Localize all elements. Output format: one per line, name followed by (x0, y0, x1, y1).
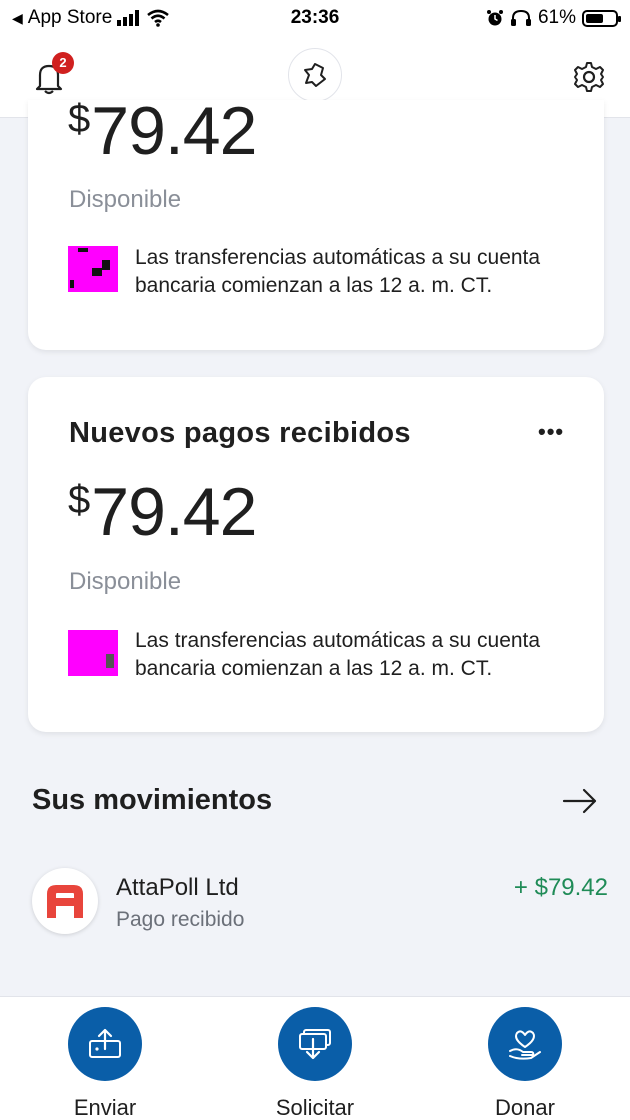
currency-symbol: $ (68, 478, 90, 522)
brand-logo-icon (304, 63, 326, 87)
send-button[interactable]: Enviar (40, 1007, 170, 1120)
balance-value: 79.42 (91, 93, 257, 169)
donate-button[interactable]: Donar (460, 1007, 590, 1120)
settings-gear-icon[interactable] (572, 60, 606, 94)
payments-received-card: Nuevos pagos recibidos ••• $79.42 Dispon… (28, 377, 604, 732)
transaction-subtitle: Pago recibido (116, 908, 245, 931)
request-button[interactable]: Solicitar (250, 1007, 380, 1120)
alarm-icon (486, 10, 503, 26)
avatar (32, 868, 98, 934)
balance-status: Disponible (69, 186, 182, 213)
transaction-amount: + $79.42 (513, 874, 608, 901)
payments-card-title: Nuevos pagos recibidos (69, 417, 411, 449)
cellular-signal-icon (117, 10, 140, 26)
donate-heart-icon (509, 1030, 541, 1060)
status-bar: ◀ App Store 23:36 61% (0, 0, 630, 36)
transfer-notice: Las transferencias automáticas a su cuen… (135, 246, 541, 297)
notification-badge: 2 (52, 52, 74, 74)
headphones-icon (510, 9, 531, 26)
send-label: Enviar (73, 1095, 137, 1120)
brand-logo-button[interactable] (288, 48, 342, 102)
wifi-icon (147, 9, 170, 27)
battery-percent: 61% (537, 7, 576, 28)
payments-value: 79.42 (91, 474, 257, 550)
battery-icon (582, 9, 621, 27)
currency-symbol: $ (68, 97, 90, 141)
bottom-nav: Enviar Solicitar Donar (0, 996, 630, 1120)
send-money-icon (89, 1028, 121, 1058)
arrow-right-icon[interactable] (562, 786, 598, 816)
transaction-name: AttaPoll Ltd (116, 874, 239, 901)
status-back-to-app-store[interactable]: ◀ App Store (12, 7, 212, 29)
payments-status: Disponible (69, 568, 182, 595)
transfer-notice: Las transferencias automáticas a su cuen… (135, 629, 541, 680)
payments-amount: $79.42 (68, 473, 257, 551)
more-options-button[interactable]: ••• (538, 419, 564, 445)
movements-title: Sus movimientos (32, 784, 273, 816)
balance-amount: $79.42 (68, 92, 257, 170)
request-label: Solicitar (275, 1095, 355, 1120)
notice-image (68, 630, 118, 676)
status-back-label: App Store (27, 7, 113, 28)
back-triangle-icon: ◀ (12, 9, 23, 26)
notice-image (68, 246, 118, 292)
balance-card: $79.42 Disponible Las transferencias aut… (28, 93, 604, 350)
donate-label: Donar (495, 1095, 555, 1120)
battery-level (586, 13, 604, 23)
request-money-icon (299, 1029, 331, 1060)
attapoll-logo-icon (47, 885, 83, 918)
